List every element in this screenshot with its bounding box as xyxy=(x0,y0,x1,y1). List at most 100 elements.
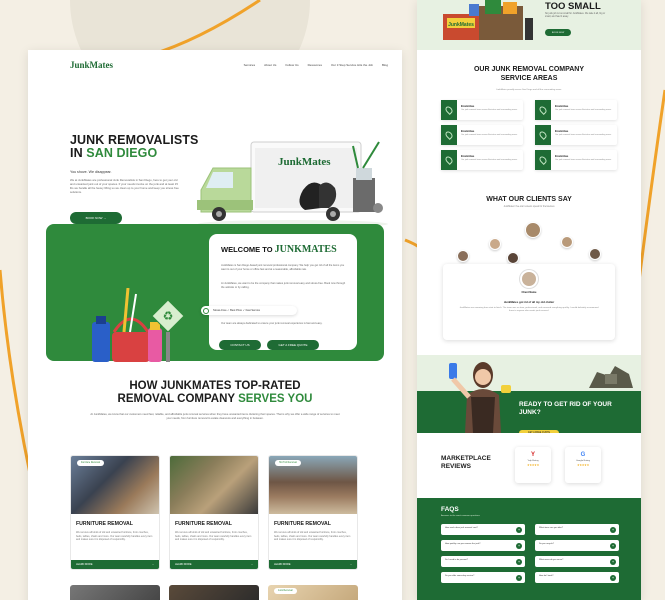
location-pin-icon xyxy=(538,105,548,115)
hero-body: We at JunkMates are professional Junk Re… xyxy=(70,178,179,194)
service-areas-grid: Encinitas Our junk removal team serves En… xyxy=(441,100,617,170)
area-text: Our junk removal team serves Encinitas a… xyxy=(461,109,518,111)
inner-page-mockup: JunkMates TOO SMALL No junk job is too s… xyxy=(417,0,641,600)
learn-more-bar[interactable]: LEARN MORE → xyxy=(269,560,357,569)
svg-text:JunkMates: JunkMates xyxy=(448,22,474,28)
nav-link-steps[interactable]: Our 3 Step Service Hits the Job xyxy=(331,63,373,67)
location-pin-icon xyxy=(444,105,454,115)
nav-link-resources[interactable]: Resources xyxy=(308,63,322,67)
avatar[interactable] xyxy=(457,250,469,262)
nav-link-about[interactable]: About Us xyxy=(264,63,276,67)
benefits-pill: Stress-Free ✓ Best Price ✓ Fast Service xyxy=(201,306,297,315)
welcome-section: ♻ WELCOME TO JUNKMATES JunkMates is San … xyxy=(46,224,384,362)
nav-link-services[interactable]: Services xyxy=(244,63,256,67)
area-text: Our junk removal team serves Encinitas a… xyxy=(555,159,612,161)
faq-item[interactable]: How quickly can you remove the junk? + xyxy=(441,540,525,551)
faq-grid: How much does junk removal cost? + What i… xyxy=(441,524,619,583)
top-banner: JunkMates TOO SMALL No junk job is too s… xyxy=(417,0,641,50)
junk-pile-photo xyxy=(170,456,258,514)
area-card[interactable]: Encinitas Our junk removal team serves En… xyxy=(441,125,523,145)
faq-item[interactable]: Do I need to be present? + xyxy=(441,556,525,567)
plus-icon[interactable]: + xyxy=(610,558,616,565)
service-title: FURNITURE REMOVAL xyxy=(76,521,133,527)
areas-heading: OUR JUNK REMOVAL COMPANY SERVICE AREAS xyxy=(473,66,585,82)
truck-logo: JunkMates xyxy=(278,156,331,168)
plus-icon[interactable]: + xyxy=(516,574,522,581)
faq-item[interactable]: Do you recycle? + xyxy=(535,540,619,551)
navbar: JunkMates Services About Us Follow Us Re… xyxy=(28,54,402,76)
welcome-text-1: JunkMates is San Diego-based junk remova… xyxy=(221,264,345,271)
service-card-partial[interactable] xyxy=(70,585,160,600)
welcome-card: WELCOME TO JUNKMATES JunkMates is San Di… xyxy=(201,234,357,350)
plus-icon[interactable]: + xyxy=(516,542,522,549)
service-title: FURNITURE REMOVAL xyxy=(274,521,331,527)
service-areas-header: OUR JUNK REMOVAL COMPANY SERVICE AREAS Ju… xyxy=(417,66,641,91)
area-card[interactable]: Encinitas Our junk removal team serves En… xyxy=(535,125,617,145)
star-rating: ★★★★★ xyxy=(527,463,539,467)
service-card[interactable]: Furniture Removal FURNITURE REMOVAL We r… xyxy=(70,455,160,570)
plus-icon[interactable]: + xyxy=(516,558,522,565)
area-card[interactable]: Encinitas Our junk removal team serves En… xyxy=(535,100,617,120)
reviewer-name: Client Name xyxy=(521,291,537,294)
top-book-button[interactable]: BOOK NOW xyxy=(545,29,571,36)
learn-more-bar[interactable]: LEARN MORE → xyxy=(71,560,159,569)
service-title: FURNITURE REMOVAL xyxy=(175,521,232,527)
how-heading: HOW JUNKMATES TOP-RATED REMOVAL COMPANY S… xyxy=(117,380,313,405)
welcome-text-3: Our team are always dedicated to ensure … xyxy=(221,322,323,325)
google-icon: G xyxy=(580,452,586,458)
truck-illustration xyxy=(197,141,388,228)
plus-icon[interactable]: + xyxy=(516,526,522,533)
logo[interactable]: JunkMates xyxy=(70,60,113,70)
service-card-partial[interactable]: Junk Removal xyxy=(268,585,358,600)
arrow-right-icon: → xyxy=(250,563,254,566)
areas-sub: JunkMates proudly serves San Diego and a… xyxy=(496,89,562,91)
area-text: Our junk removal team serves Encinitas a… xyxy=(555,134,612,136)
clients-heading: WHAT OUR CLIENTS SAY xyxy=(486,196,572,203)
free-quote-button[interactable]: GET A FREE QUOTE xyxy=(267,340,319,350)
faq-item[interactable]: Do you offer same-day service? + xyxy=(441,572,525,583)
contact-button[interactable]: CONTACT US xyxy=(219,340,261,350)
service-card[interactable]: Hot Tub Removal FURNITURE REMOVAL We rem… xyxy=(268,455,358,570)
faq-item[interactable]: How do I book? + xyxy=(535,572,619,583)
nav-link-blog[interactable]: Blog xyxy=(382,63,388,67)
learn-more-bar[interactable]: LEARN MORE → xyxy=(170,560,258,569)
google-review-card[interactable]: G Google Rating ★★★★★ xyxy=(565,447,601,483)
market-heading: MARKETPLACE REVIEWS xyxy=(441,455,491,470)
homepage-mockup: JunkMates Services About Us Follow Us Re… xyxy=(28,50,402,600)
plus-icon[interactable]: + xyxy=(610,574,616,581)
nav-link-follow[interactable]: Follow Us xyxy=(285,63,298,67)
service-card-partial[interactable] xyxy=(169,585,259,600)
service-card[interactable]: FURNITURE REMOVAL We remove all kinds of… xyxy=(169,455,259,570)
yelp-review-card[interactable]: Y Yelp Rating ★★★★★ xyxy=(515,447,551,483)
hero-section: JUNK REMOVALISTS IN SAN DIEGO You shove. … xyxy=(28,76,402,236)
top-title: TOO SMALL xyxy=(545,1,601,12)
avatar[interactable] xyxy=(589,248,601,260)
how-body: At JunkMates, we know that our customers… xyxy=(90,413,340,420)
faq-item[interactable]: What items can you take? + xyxy=(535,524,619,535)
area-name: Encinitas xyxy=(555,129,569,133)
area-card[interactable]: Encinitas Our junk removal team serves En… xyxy=(441,100,523,120)
plus-icon[interactable]: + xyxy=(610,526,616,533)
services-grid: Furniture Removal FURNITURE REMOVAL We r… xyxy=(70,455,360,570)
faq-item[interactable]: What areas do you serve? + xyxy=(535,556,619,567)
area-text: Our junk removal team serves Encinitas a… xyxy=(461,159,518,161)
avatar[interactable] xyxy=(489,238,501,250)
welcome-heading: WELCOME TO JUNKMATES xyxy=(221,244,337,255)
area-name: Encinitas xyxy=(461,129,475,133)
book-now-button[interactable]: BOOK NOW → xyxy=(70,212,122,224)
area-card[interactable]: Encinitas Our junk removal team serves En… xyxy=(535,150,617,170)
review-heading: JunkMates got rid of all my old clutter xyxy=(503,300,555,304)
service-tag: Furniture Removal xyxy=(77,460,104,466)
avatar[interactable] xyxy=(561,236,573,248)
avatar[interactable] xyxy=(525,222,541,238)
reviewer-avatar xyxy=(520,270,538,288)
welcome-text-2: At JunkMates, we want to be the company … xyxy=(221,282,346,289)
arrow-right-icon: → xyxy=(151,563,155,566)
faq-sub: Answers to the most common questions xyxy=(441,515,480,517)
service-desc: We remove all kinds of old and unwanted … xyxy=(274,531,351,542)
plus-icon[interactable]: + xyxy=(610,542,616,549)
avatar[interactable] xyxy=(507,252,519,264)
location-pin-icon xyxy=(444,130,454,140)
faq-item[interactable]: How much does junk removal cost? + xyxy=(441,524,525,535)
area-card[interactable]: Encinitas Our junk removal team serves En… xyxy=(441,150,523,170)
